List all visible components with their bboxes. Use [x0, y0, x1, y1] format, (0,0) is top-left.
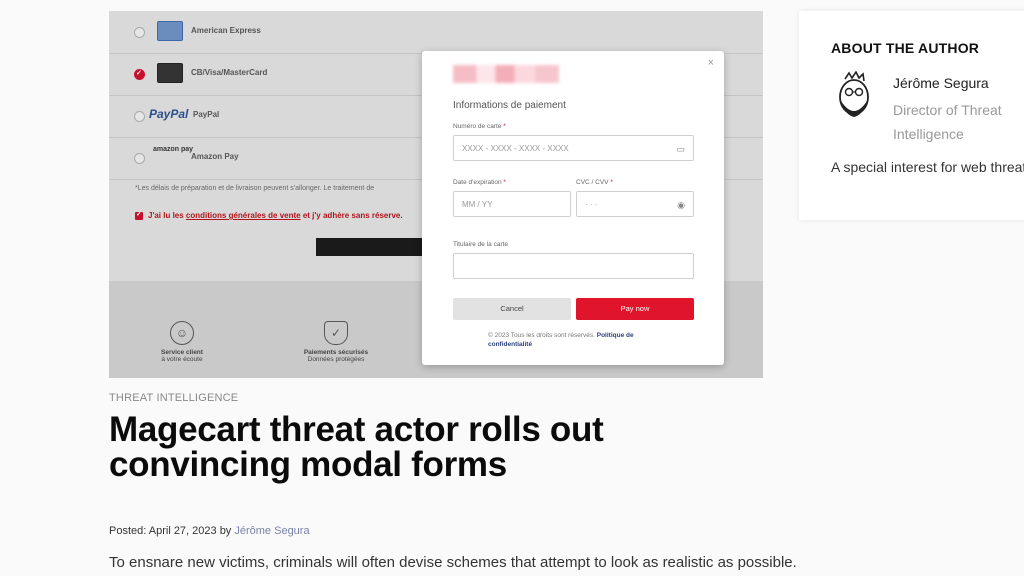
validate-button: [316, 238, 436, 256]
radio-button: [134, 111, 145, 122]
feature-customer-service: ☺ Service client à votre écoute: [122, 321, 242, 363]
author-role: Director of Threat Intelligence: [893, 102, 1002, 142]
payment-option-label: PayPal: [193, 110, 220, 119]
payment-option-label: American Express: [191, 26, 261, 35]
blurred-logo: [453, 65, 559, 83]
expiry-field: MM / YY: [453, 191, 571, 217]
author-card-heading: ABOUT THE AUTHOR: [831, 40, 980, 56]
radio-button-checked: [134, 69, 145, 80]
amazon-pay-logo: amazon pay: [153, 146, 194, 153]
article-category-link[interactable]: THREAT INTELLIGENCE: [109, 392, 238, 404]
paypal-logo: PayPal: [149, 107, 189, 121]
label-text: Numéro de carte: [453, 123, 502, 130]
author-link[interactable]: Jérôme Segura: [234, 525, 309, 537]
feature-secure-payments: ✓ Paiements sécurisés Données protégées: [276, 321, 396, 363]
author-avatar[interactable]: [833, 71, 873, 123]
author-bio: A special interest for web threats: [831, 159, 1024, 175]
card-logo: [157, 63, 183, 83]
expiry-label: Date d'expiration *: [453, 179, 506, 186]
label-text: Date d'expiration: [453, 179, 502, 186]
cancel-button: Cancel: [453, 298, 571, 320]
cvc-label: CVC / CVV *: [576, 179, 613, 186]
radio-button: [134, 27, 145, 38]
smiley-icon: ☺: [170, 321, 194, 345]
required-mark: *: [503, 123, 506, 130]
placeholder-text: XXXX - XXXX - XXXX - XXXX: [462, 144, 569, 153]
label-text: CVC / CVV: [576, 179, 609, 186]
cardholder-field: [453, 253, 694, 279]
payment-option-label: CB/Visa/MasterCard: [191, 68, 268, 77]
article-lead: To ensnare new victims, criminals will o…: [109, 554, 797, 571]
feature-title: Paiements sécurisés: [303, 349, 369, 356]
author-name[interactable]: Jérôme Segura: [893, 75, 989, 91]
payment-option-amex: American Express: [109, 11, 763, 54]
author-card: ABOUT THE AUTHOR Jérôme Segura Director …: [799, 11, 1024, 220]
terms-suffix: et j'y adhère sans réserve.: [300, 211, 403, 220]
payment-modal: × Informations de paiement Numéro de car…: [422, 51, 724, 365]
card-number-label: Numéro de carte *: [453, 123, 506, 130]
placeholder-text: · · ·: [585, 200, 598, 209]
required-mark: *: [503, 179, 506, 186]
terms-consent: J'ai lu les conditions générales de vent…: [135, 210, 403, 220]
copyright-text: © 2023 Tous les droits sont réservés.: [488, 332, 595, 339]
feature-subtitle: Données protégées: [307, 356, 365, 363]
feature-title: Service client: [161, 349, 203, 356]
pay-now-button: Pay now: [576, 298, 694, 320]
required-mark: *: [610, 179, 613, 186]
fine-print: *Les délais de préparation et de livrais…: [135, 185, 375, 192]
checkbox-checked-icon: [135, 210, 143, 220]
eye-slash-icon: ◉: [677, 200, 685, 210]
modal-section-title: Informations de paiement: [453, 100, 566, 111]
placeholder-text: MM / YY: [462, 200, 493, 209]
amex-logo: [157, 21, 183, 41]
hero-image: American Express CB/Visa/MasterCard PayP…: [109, 11, 763, 378]
terms-text: J'ai lu les conditions générales de vent…: [148, 211, 403, 220]
posted-date: Posted: April 27, 2023 by: [109, 525, 235, 537]
terms-link: conditions générales de vente: [185, 211, 301, 220]
close-icon: ×: [707, 57, 714, 69]
cardholder-label: Titulaire de la carte: [453, 241, 509, 248]
shield-check-icon: ✓: [324, 321, 348, 345]
card-number-field: XXXX - XXXX - XXXX - XXXX ▭: [453, 135, 694, 161]
article-title: Magecart threat actor rolls out convinci…: [109, 410, 604, 484]
radio-button: [134, 153, 145, 164]
article-byline: Posted: April 27, 2023 by Jérôme Segura: [109, 525, 310, 537]
credit-card-icon: ▭: [676, 144, 685, 154]
cvc-field: · · · ◉: [576, 191, 694, 217]
payment-option-label: Amazon Pay: [191, 152, 239, 161]
feature-subtitle: à votre écoute: [161, 356, 203, 363]
modal-copyright: © 2023 Tous les droits sont réservés. Po…: [488, 332, 678, 349]
terms-prefix: J'ai lu les: [148, 211, 186, 220]
